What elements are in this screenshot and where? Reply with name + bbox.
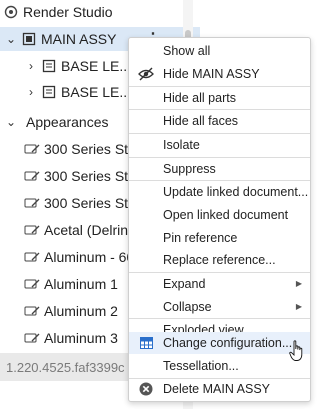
menu-item-pin-reference[interactable]: Pin reference bbox=[129, 226, 310, 249]
render-studio-label: Render Studio bbox=[23, 4, 113, 20]
hand-pointer-cursor-icon bbox=[289, 340, 303, 361]
appearance-icon bbox=[24, 197, 40, 209]
menu-item-tessellation[interactable]: Tessellation... bbox=[129, 354, 310, 377]
tree-item-label: BASE LE... bbox=[61, 84, 132, 100]
menu-item-update-linked-document[interactable]: Update linked document... bbox=[129, 181, 310, 204]
delete-circle-icon bbox=[138, 381, 154, 397]
appearance-label: Aluminum - 60 bbox=[44, 249, 135, 265]
eye-slash-icon bbox=[138, 66, 154, 82]
appearance-icon bbox=[24, 224, 40, 236]
menu-item-hide-main-assy[interactable]: Hide MAIN ASSY bbox=[129, 63, 310, 86]
appearance-label: 300 Series Sta bbox=[44, 168, 136, 184]
part-studio-icon bbox=[42, 85, 56, 99]
appearance-label: 300 Series Sta bbox=[44, 141, 136, 157]
appearance-icon bbox=[24, 170, 40, 182]
context-menu: Show all Hide MAIN ASSY Hide all parts H… bbox=[128, 37, 311, 402]
submenu-arrow-icon: ▶ bbox=[295, 279, 302, 289]
menu-item-replace-reference[interactable]: Replace reference... bbox=[129, 249, 310, 272]
version-text: 1.220.4525.faf3399c bbox=[6, 359, 125, 375]
tree-item-label: BASE LE... bbox=[61, 58, 132, 74]
appearance-icon bbox=[24, 332, 40, 344]
appearance-icon bbox=[24, 278, 40, 290]
appearance-icon bbox=[24, 143, 40, 155]
appearance-icon bbox=[24, 305, 40, 317]
assembly-icon bbox=[22, 32, 36, 46]
chevron-down-icon[interactable]: ⌄ bbox=[4, 32, 18, 46]
appearance-label: Aluminum 2 bbox=[44, 303, 118, 319]
render-studio-icon bbox=[4, 5, 18, 19]
menu-item-delete-main-assy[interactable]: Delete MAIN ASSY bbox=[129, 378, 310, 401]
render-studio-row[interactable]: Render Studio bbox=[0, 0, 200, 24]
menu-item-suppress[interactable]: Suppress bbox=[129, 157, 310, 180]
submenu-arrow-icon: ▶ bbox=[295, 302, 302, 312]
menu-item-hide-all-faces[interactable]: Hide all faces bbox=[129, 110, 310, 133]
part-studio-icon bbox=[42, 59, 56, 73]
table-grid-icon bbox=[138, 335, 154, 351]
menu-item-show-all[interactable]: Show all bbox=[129, 40, 310, 63]
chevron-down-icon[interactable]: ⌄ bbox=[4, 115, 18, 129]
menu-item-open-linked-document[interactable]: Open linked document bbox=[129, 204, 310, 227]
appearances-label: Appearances bbox=[26, 114, 109, 130]
menu-item-hide-all-parts[interactable]: Hide all parts bbox=[129, 86, 310, 109]
appearance-label: 300 Series Sta bbox=[44, 195, 136, 211]
appearance-icon bbox=[24, 251, 40, 263]
main-assy-label: MAIN ASSY bbox=[41, 31, 117, 47]
menu-item-isolate[interactable]: Isolate bbox=[129, 134, 310, 157]
chevron-right-icon[interactable]: › bbox=[24, 85, 38, 99]
appearance-label: Acetal (Delrin bbox=[44, 222, 129, 238]
menu-item-change-configuration[interactable]: Change configuration... bbox=[129, 331, 310, 355]
chevron-right-icon[interactable]: › bbox=[24, 59, 38, 73]
appearance-label: Aluminum 1 bbox=[44, 276, 118, 292]
appearance-label: Aluminum 3 bbox=[44, 330, 118, 346]
menu-item-collapse[interactable]: Collapse ▶ bbox=[129, 295, 310, 318]
menu-item-expand[interactable]: Expand ▶ bbox=[129, 273, 310, 296]
